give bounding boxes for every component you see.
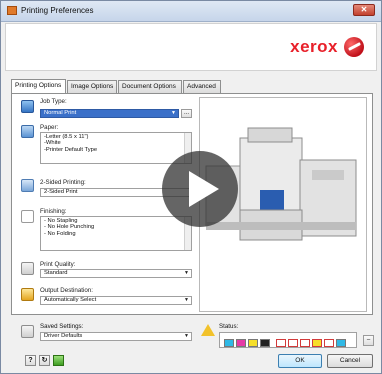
window-title: Printing Preferences <box>21 6 94 15</box>
finishing-label: Finishing: <box>40 208 67 215</box>
chevron-down-icon: ▼ <box>184 297 189 303</box>
magenta-toner-icon <box>236 339 246 347</box>
print-quality-value: Standard <box>44 270 68 276</box>
paper-icon <box>21 125 34 138</box>
chevron-down-icon: ▼ <box>171 110 176 116</box>
printing-preferences-window: Printing Preferences ✕ xerox Printing Op… <box>0 0 382 374</box>
saved-settings-select[interactable]: Driver Defaults ▼ <box>40 332 192 341</box>
help-button[interactable]: ? <box>25 355 36 366</box>
bypass-tray-icon <box>336 339 346 347</box>
status-details-button[interactable]: – <box>363 335 374 346</box>
saved-settings-value: Driver Defaults <box>44 333 83 339</box>
job-type-select[interactable]: Normal Print ▼ <box>40 109 179 118</box>
saved-settings-icon <box>21 325 34 338</box>
job-type-more-button[interactable]: ... <box>181 109 192 118</box>
chevron-down-icon: ▼ <box>184 270 189 276</box>
printer-app-icon <box>7 6 17 15</box>
job-type-value: Normal Print <box>44 110 77 116</box>
cancel-button[interactable]: Cancel <box>327 354 373 368</box>
two-sided-label: 2-Sided Printing: <box>40 179 86 186</box>
paper-tray-3-icon <box>300 339 310 347</box>
tab-document-options[interactable]: Document Options <box>118 80 182 93</box>
paper-summary-list[interactable]: -Letter (8.5 x 11") -White -Printer Defa… <box>40 132 192 164</box>
folding-line: - No Folding <box>44 230 76 237</box>
xerox-banner: xerox <box>5 23 377 71</box>
chevron-down-icon: ▼ <box>184 333 189 339</box>
paper-tray-1-icon <box>276 339 286 347</box>
play-icon <box>189 171 219 207</box>
play-overlay-button[interactable] <box>162 151 238 227</box>
xerox-logo-text: xerox <box>290 37 338 56</box>
job-type-icon <box>21 100 34 113</box>
tab-image-options[interactable]: Image Options <box>67 80 117 93</box>
tab-advanced[interactable]: Advanced <box>183 80 221 93</box>
cyan-toner-icon <box>224 339 234 347</box>
finishing-icon <box>21 210 34 223</box>
output-destination-select[interactable]: Automatically Select ▼ <box>40 296 192 305</box>
paper-tray-2-icon <box>288 339 298 347</box>
output-destination-value: Automatically Select <box>44 297 97 303</box>
yellow-toner-icon <box>248 339 258 347</box>
green-status-icon[interactable] <box>53 355 64 366</box>
paper-tray-5-icon <box>324 339 334 347</box>
two-sided-value: 2-Sided Print <box>44 189 78 195</box>
output-destination-label: Output Destination: <box>40 287 93 294</box>
black-toner-icon <box>260 339 270 347</box>
job-type-label: Job Type: <box>40 98 67 105</box>
tab-printing-options[interactable]: Printing Options <box>11 79 66 94</box>
paper-label: Paper: <box>40 124 59 131</box>
output-destination-icon <box>21 288 34 301</box>
finishing-summary-list[interactable]: - No Stapling - No Hole Punching - No Fo… <box>40 216 192 251</box>
restore-defaults-icon[interactable]: ↻ <box>39 355 50 366</box>
paper-tray-4-icon <box>312 339 322 347</box>
title-bar: Printing Preferences ✕ <box>1 1 381 22</box>
ok-button[interactable]: OK <box>278 354 322 368</box>
print-quality-icon <box>21 262 34 275</box>
print-quality-label: Print Quality: <box>40 261 76 268</box>
close-button[interactable]: ✕ <box>353 4 375 16</box>
saved-settings-label: Saved Settings: <box>40 323 84 330</box>
print-quality-select[interactable]: Standard ▼ <box>40 269 192 278</box>
warning-icon <box>201 324 215 336</box>
status-label: Status: <box>219 323 239 330</box>
xerox-sphere-icon <box>344 37 364 57</box>
two-sided-icon <box>21 179 34 192</box>
paper-type-line: -Printer Default Type <box>44 146 98 153</box>
